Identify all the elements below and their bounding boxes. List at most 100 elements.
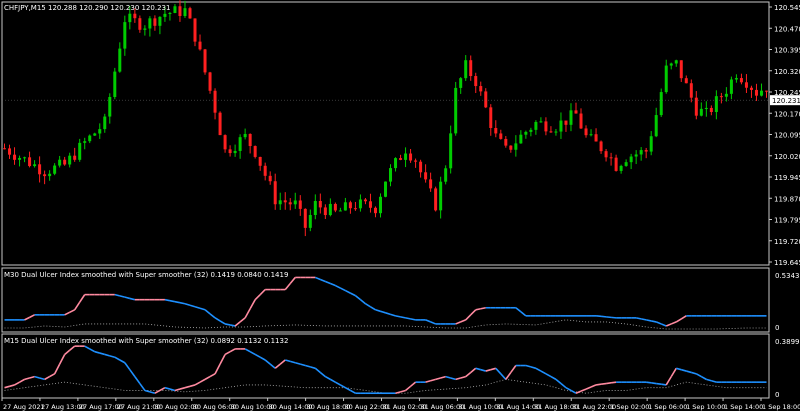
panel2-segment (585, 386, 592, 390)
candle-body (729, 79, 733, 94)
panel2-segment (290, 360, 296, 364)
panel1-segment (680, 315, 687, 320)
panel2-segment (119, 359, 126, 364)
panel1-segment (675, 318, 682, 323)
panel1-segment (365, 303, 371, 308)
panel2-segment (274, 363, 281, 369)
candle-body (133, 13, 137, 19)
candle-body (93, 133, 97, 136)
panel2-segment (475, 367, 481, 371)
candle-body (263, 165, 267, 176)
panel2-segment (565, 386, 572, 392)
candle-body (524, 131, 528, 135)
candle-body (559, 120, 563, 132)
chart-canvas[interactable]: 120.545120.470120.395120.320120.245120.1… (0, 0, 800, 411)
candle-body (409, 153, 413, 161)
candle-body (13, 154, 17, 160)
candle-body (163, 13, 167, 17)
candle-body (3, 148, 7, 150)
candle-body (293, 200, 297, 205)
panel1-segment (169, 299, 176, 303)
panel1-segment (335, 284, 341, 289)
candle-body (123, 22, 127, 49)
panel2-segment (600, 382, 607, 386)
candle-body (158, 16, 162, 26)
candle-body (684, 78, 688, 84)
panel2-segment (610, 381, 617, 384)
candle-body (564, 120, 568, 125)
time-tick-label: 1 Sep 10:00 (686, 403, 725, 411)
panel2-segment (164, 386, 171, 390)
panel2-segment (329, 378, 336, 383)
price-tick-label: 120.170 (774, 110, 800, 118)
candle-body (634, 154, 638, 157)
panel1-axis-min: 0 (775, 324, 780, 332)
panel1-segment (325, 280, 331, 285)
panel2-segment (159, 386, 166, 392)
candle-body (378, 196, 382, 214)
candle-body (589, 134, 593, 136)
candle-body (218, 112, 222, 136)
panel2-segment (490, 367, 497, 371)
panel1-segment (641, 318, 647, 321)
candle-body (88, 135, 92, 142)
panel2-segment (34, 375, 40, 379)
panel2-segment (129, 369, 136, 378)
price-tick-label: 119.870 (774, 195, 800, 203)
panel1-segment (254, 294, 261, 301)
panel1-segment (174, 300, 181, 304)
candle-body (744, 82, 748, 88)
candle-body (674, 60, 678, 64)
panel1-segment (289, 276, 296, 285)
panel1-segment (29, 314, 35, 319)
candle-body (439, 181, 443, 211)
candle-body (198, 41, 202, 50)
candle-body (764, 90, 768, 92)
panel2-segment (590, 384, 597, 388)
panel2-segment (139, 383, 146, 391)
candle-body (333, 203, 337, 211)
panel2-segment (334, 381, 341, 386)
candle-body (459, 78, 463, 88)
panel2-segment (324, 375, 331, 381)
panel1-segment (315, 276, 321, 281)
candle-body (103, 116, 107, 130)
panel2-segment (64, 349, 71, 356)
candle-body (444, 168, 448, 182)
panel2-segment (485, 368, 491, 372)
panel1-segment (410, 318, 416, 321)
panel1-segment (405, 317, 411, 320)
panel2-segment (69, 345, 76, 351)
panel2-segment (229, 348, 236, 353)
panel2-segment (445, 375, 451, 379)
candle-body (484, 91, 488, 108)
candle-body (203, 49, 207, 73)
panel2-segment (84, 345, 91, 350)
panel2-segment (124, 362, 131, 371)
panel2-segment (214, 363, 221, 375)
panel1-segment (124, 296, 131, 300)
panel2-segment (144, 389, 151, 393)
candle-body (599, 141, 603, 152)
panel2-segment (49, 373, 56, 378)
panel1-segment (605, 316, 612, 319)
candle-body (414, 160, 418, 162)
candle-body (283, 200, 287, 203)
panel2-segment (595, 383, 602, 386)
panel2-segment (505, 371, 512, 380)
candle-body (233, 150, 237, 154)
candle-body (649, 136, 653, 152)
panel1-segment (184, 302, 191, 307)
candle-body (719, 96, 723, 98)
candle-body (213, 90, 217, 113)
panel2-segment (580, 388, 587, 392)
candle-body (724, 93, 728, 97)
candle-body (368, 201, 372, 208)
price-tick-label: 120.320 (774, 68, 800, 76)
panel1-group (4, 276, 767, 330)
panel1-segment (350, 292, 356, 297)
candle-body (73, 155, 77, 160)
panel2-segment (249, 350, 256, 356)
panel2-segment (555, 378, 562, 385)
candle-body (353, 208, 357, 210)
